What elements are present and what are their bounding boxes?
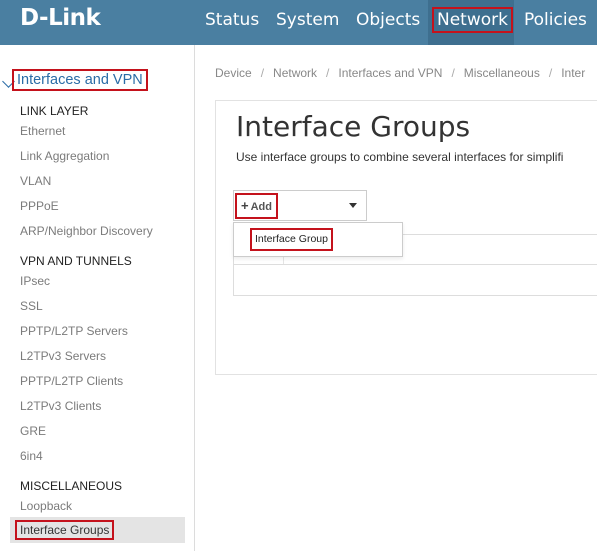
- plus-icon: +: [241, 198, 249, 213]
- breadcrumb-separator: /: [326, 66, 330, 80]
- sidebar-item-interface-groups[interactable]: Interface Groups: [14, 520, 115, 540]
- sidebar-item-ssl[interactable]: SSL: [20, 299, 43, 313]
- nav-objects-label[interactable]: Objects: [356, 0, 420, 40]
- sidebar-section-interfaces-vpn[interactable]: Interfaces and VPN: [12, 69, 148, 91]
- breadcrumb-device[interactable]: Device: [215, 66, 252, 80]
- sidebar-item-pptp-l2tp-clients[interactable]: PPTP/L2TP Clients: [20, 374, 123, 388]
- sidebar: Interfaces and VPN LINK LAYER Ethernet L…: [0, 45, 195, 551]
- sidebar-item-l2tpv3-clients[interactable]: L2TPv3 Clients: [20, 399, 101, 413]
- sidebar-item-link-aggregation[interactable]: Link Aggregation: [20, 149, 109, 163]
- sidebar-item-pptp-l2tp-servers[interactable]: PPTP/L2TP Servers: [20, 324, 128, 338]
- sidebar-item-loopback[interactable]: Loopback: [20, 499, 72, 513]
- breadcrumb-separator: /: [260, 66, 265, 80]
- nav-network[interactable]: Network: [428, 0, 514, 45]
- sidebar-item-ethernet[interactable]: Ethernet: [20, 124, 65, 138]
- nav-system[interactable]: System: [276, 0, 339, 45]
- page-description: Use interface groups to combine several …: [236, 150, 564, 164]
- group-heading-vpn-tunnels: VPN AND TUNNELS: [20, 254, 132, 268]
- sidebar-item-arp-neighbor-discovery[interactable]: ARP/Neighbor Discovery: [20, 224, 153, 238]
- breadcrumb: Device / Network / Interfaces and VPN / Miscel…: [215, 66, 585, 80]
- nav-status-label[interactable]: Status: [205, 0, 259, 40]
- nav-network-label[interactable]: Network: [432, 7, 513, 33]
- nav-status[interactable]: Status: [205, 0, 259, 45]
- sidebar-item-gre[interactable]: GRE: [20, 424, 46, 438]
- nav-objects[interactable]: Objects: [356, 0, 420, 45]
- breadcrumb-separator: /: [548, 66, 553, 80]
- sidebar-item-l2tpv3-servers[interactable]: L2TPv3 Servers: [20, 349, 106, 363]
- chevron-down-icon[interactable]: [2, 75, 15, 88]
- breadcrumb-miscellaneous[interactable]: Miscellaneous: [464, 66, 540, 80]
- breadcrumb-interface-groups[interactable]: Inter: [561, 66, 585, 80]
- dlink-logo[interactable]: D-Link: [20, 5, 101, 31]
- breadcrumb-network[interactable]: Network: [273, 66, 317, 80]
- top-navigation-bar: D-Link Status System Objects Network Pol…: [0, 0, 597, 45]
- menu-item-interface-group[interactable]: Interface Group: [250, 228, 333, 251]
- table-header-divider: [233, 264, 597, 265]
- add-button[interactable]: + Add: [235, 193, 278, 219]
- nav-system-label[interactable]: System: [276, 0, 339, 40]
- group-heading-miscellaneous: MISCELLANEOUS: [20, 479, 123, 493]
- caret-down-icon[interactable]: [349, 203, 357, 208]
- group-heading-link-layer: LINK LAYER: [20, 104, 89, 118]
- sidebar-item-6in4[interactable]: 6in4: [20, 449, 43, 463]
- breadcrumb-separator: /: [451, 66, 455, 80]
- sidebar-item-vlan[interactable]: VLAN: [20, 174, 51, 188]
- page-title: Interface Groups: [236, 110, 471, 143]
- nav-policies-label[interactable]: Policies: [524, 0, 587, 40]
- breadcrumb-interfaces-vpn[interactable]: Interfaces and VPN: [338, 66, 442, 80]
- sidebar-item-ipsec[interactable]: IPsec: [20, 274, 50, 288]
- add-button-label: Add: [250, 201, 272, 213]
- sidebar-item-pppoe[interactable]: PPPoE: [20, 199, 59, 213]
- nav-policies[interactable]: Policies: [524, 0, 587, 45]
